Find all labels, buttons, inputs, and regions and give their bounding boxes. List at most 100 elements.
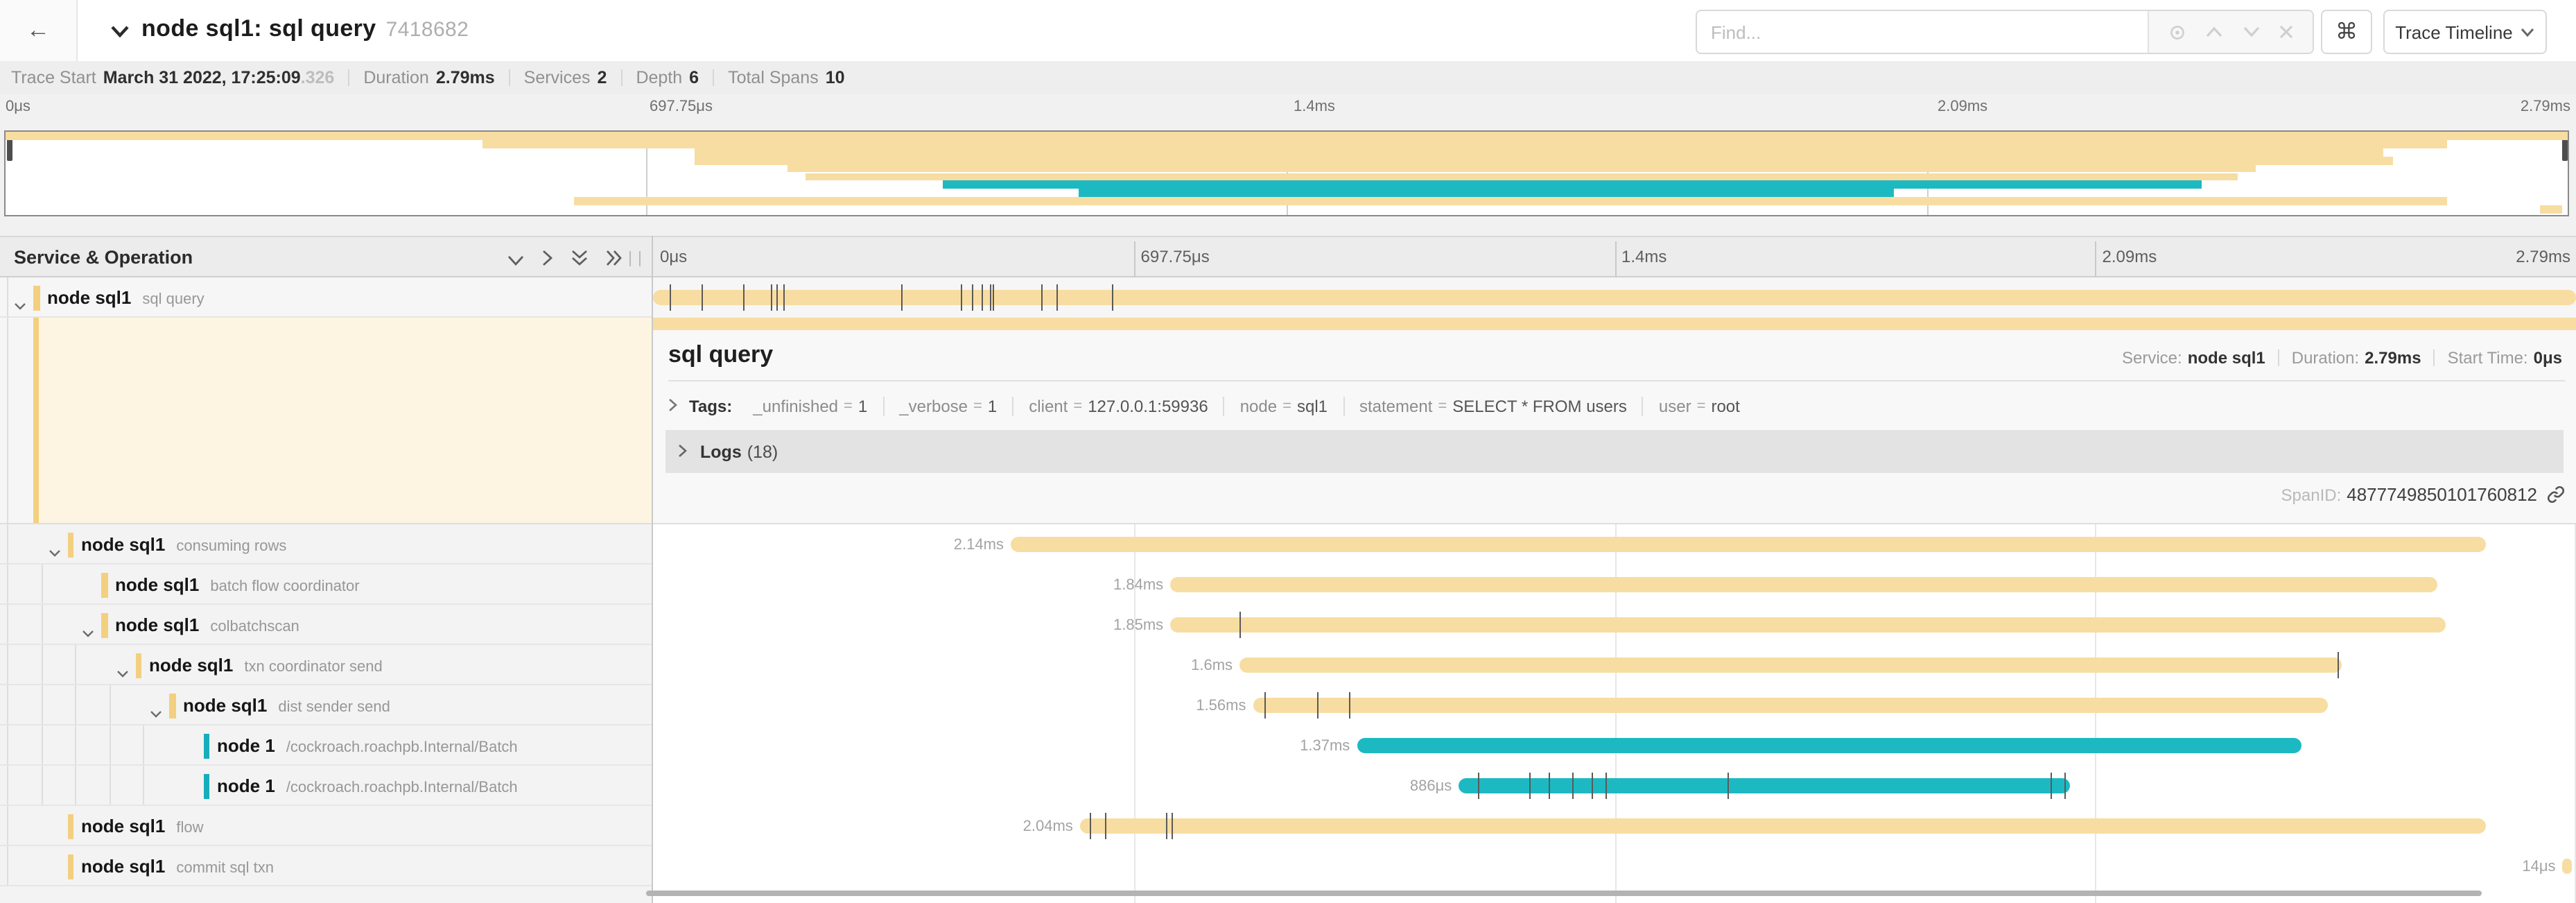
span-row: node sql1commit sql txn 14μs — [0, 846, 2576, 886]
tree-row[interactable]: node sql1txn coordinator send — [0, 645, 652, 685]
match-target-icon[interactable] — [2168, 23, 2186, 41]
span-bar[interactable] — [1239, 657, 2342, 673]
span-bar[interactable] — [1080, 818, 2486, 834]
span-bar[interactable] — [1357, 738, 2301, 753]
tree-guide-line — [7, 766, 8, 805]
panel-divider[interactable] — [652, 236, 653, 903]
tree-row[interactable]: node sql1colbatchscan — [0, 605, 652, 645]
tree-expand-icon[interactable] — [14, 293, 26, 318]
span-bar[interactable] — [1253, 698, 2328, 713]
timeline-row[interactable]: 1.84ms — [653, 565, 2576, 605]
prev-match-icon[interactable] — [2207, 26, 2223, 37]
span-log-tick — [770, 284, 772, 311]
tree-guide-line — [41, 565, 42, 603]
span-id-label: SpanID: — [2281, 485, 2342, 504]
span-row: node 1/cockroach.roachpb.Internal/Batch1… — [0, 725, 2576, 766]
tree-guide-line — [7, 318, 8, 523]
timeline-row[interactable]: 1.85ms — [653, 605, 2576, 645]
tree-row[interactable]: node 1/cockroach.roachpb.Internal/Batch — [0, 725, 652, 766]
horizontal-scrollbar-thumb[interactable] — [646, 891, 2482, 896]
detail-row-tint — [39, 318, 652, 523]
timeline-tick-label: 2.79ms — [2516, 247, 2570, 266]
tags-row[interactable]: Tags: _unfinished=1_verbose=1client=127.… — [668, 390, 1755, 423]
span-accent-bar — [33, 285, 40, 310]
timeline-row[interactable]: 2.14ms — [653, 524, 2576, 565]
span-service-name: node sql1commit sql txn — [81, 856, 274, 877]
expand-all-icon[interactable] — [606, 248, 623, 273]
start-time-value: 0μs — [2534, 348, 2562, 368]
tree-expand-icon[interactable] — [150, 700, 162, 725]
trace-info-item: Total Spans10 — [728, 68, 844, 87]
minimap-span-bar — [2539, 205, 2562, 214]
tree-expand-icon[interactable] — [48, 540, 60, 565]
selected-span-bar[interactable] — [653, 318, 2576, 330]
timeline-header: Service & Operation 0μs697.75μs1.4ms2.09… — [0, 236, 2576, 277]
chevron-down-icon — [2521, 27, 2535, 37]
tree-guide-line — [7, 806, 8, 845]
tree-expand-icon[interactable] — [116, 660, 128, 685]
tree-row[interactable]: node sql1dist sender send — [0, 685, 652, 725]
span-service-name: node sql1colbatchscan — [115, 614, 299, 635]
timeline-row[interactable]: 1.37ms — [653, 725, 2576, 766]
tree-expand-icon[interactable] — [82, 620, 94, 645]
tree-row[interactable]: node 1/cockroach.roachpb.Internal/Batch — [0, 766, 652, 806]
tree-row[interactable]: node sql1flow — [0, 806, 652, 846]
span-bar[interactable] — [653, 290, 2576, 305]
tree-row[interactable]: node sql1consuming rows — [0, 524, 652, 565]
tree-guide-line — [109, 725, 110, 764]
logs-row[interactable]: Logs (18) — [665, 430, 2564, 473]
copy-link-icon[interactable] — [2547, 485, 2565, 504]
overview-tick-label: 2.09ms — [1938, 98, 1987, 115]
timeline-header-tick — [2096, 241, 2097, 277]
span-log-tick — [961, 284, 962, 311]
span-log-tick — [2064, 773, 2066, 799]
span-id-value: 4877749850101760812 — [2347, 484, 2537, 505]
overview-tick-label: 2.79ms — [2521, 98, 2570, 115]
span-bar[interactable] — [1170, 577, 2437, 592]
logs-expand-icon[interactable] — [678, 442, 688, 461]
detail-row-left[interactable] — [0, 318, 652, 524]
trace-minimap[interactable] — [4, 130, 2569, 216]
tree-row[interactable]: node sql1sql query — [0, 277, 652, 318]
collapse-one-icon[interactable] — [507, 248, 524, 273]
span-log-tick — [1264, 692, 1266, 719]
span-log-tick — [1057, 284, 1059, 311]
tree-guide-line — [7, 645, 8, 684]
timeline-row[interactable]: 1.6ms — [653, 645, 2576, 685]
timeline-row[interactable]: 1.56ms — [653, 685, 2576, 725]
span-log-tick — [1172, 813, 1174, 839]
tree-row[interactable]: node sql1batch flow coordinator — [0, 565, 652, 605]
tree-row[interactable]: node sql1commit sql txn — [0, 846, 652, 886]
collapse-trace-icon[interactable] — [111, 19, 129, 44]
timeline-row[interactable]: 886μs — [653, 766, 2576, 806]
find-input[interactable] — [1697, 11, 2148, 53]
keyboard-shortcuts-button[interactable]: ⌘ — [2321, 10, 2372, 54]
span-bar[interactable] — [1170, 617, 2445, 633]
span-bar[interactable] — [2563, 859, 2573, 874]
timeline-row[interactable]: 2.04ms — [653, 806, 2576, 846]
view-selector-button[interactable]: Trace Timeline — [2383, 10, 2547, 54]
span-service-name: node sql1txn coordinator send — [149, 655, 383, 676]
duration-value: 2.79ms — [2365, 348, 2421, 368]
span-bar[interactable] — [1011, 537, 2486, 552]
trace-info-item: Services2 — [524, 68, 607, 87]
column-resize-handle[interactable] — [629, 251, 641, 266]
tree-guide-line — [7, 725, 8, 764]
timeline-tick-label: 1.4ms — [1621, 247, 1666, 266]
span-operation-name: /cockroach.roachpb.Internal/Batch — [286, 780, 518, 796]
span-accent-bar — [67, 854, 73, 879]
info-separator — [348, 69, 349, 86]
service-operation-header: Service & Operation — [14, 247, 193, 268]
next-match-icon[interactable] — [2243, 26, 2259, 37]
timeline-row[interactable]: 14μs — [653, 846, 2576, 886]
timeline-row[interactable] — [653, 277, 2576, 318]
tree-guide-line — [75, 725, 76, 764]
clear-find-icon[interactable] — [2279, 25, 2293, 39]
span-service-name: node sql1consuming rows — [81, 534, 286, 555]
expand-one-icon[interactable] — [542, 248, 553, 273]
back-button[interactable]: ← — [0, 0, 78, 61]
collapse-all-icon[interactable] — [571, 248, 588, 273]
span-detail-meta: Service:node sql1 Duration:2.79ms Start … — [2122, 348, 2562, 368]
tags-expand-icon[interactable] — [668, 397, 678, 416]
span-log-tick — [1349, 692, 1350, 719]
